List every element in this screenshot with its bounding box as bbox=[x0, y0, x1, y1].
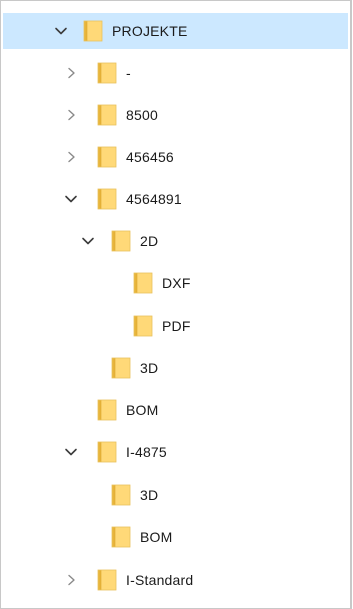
chevron-right-icon[interactable] bbox=[64, 108, 78, 122]
chevron-down-icon[interactable] bbox=[64, 445, 78, 459]
tree-item-projekte[interactable]: PROJEKTE bbox=[3, 13, 348, 49]
tree-item-i-standard[interactable]: I-Standard bbox=[1, 562, 350, 598]
chevron-down-icon[interactable] bbox=[64, 192, 78, 206]
tree-item-label: - bbox=[126, 65, 131, 81]
tree-item-label: 2D bbox=[140, 233, 159, 249]
chevron-down-icon[interactable] bbox=[81, 234, 95, 248]
tree-item-2d[interactable]: 2D bbox=[1, 223, 350, 259]
tree-item-i-4875[interactable]: I-4875 bbox=[1, 434, 350, 470]
tree-item-bom[interactable]: BOM bbox=[1, 392, 350, 428]
folder-icon bbox=[111, 357, 131, 379]
tree-item-dash[interactable]: - bbox=[1, 55, 350, 91]
folder-icon bbox=[111, 526, 131, 548]
tree-item-label: I-4875 bbox=[126, 444, 167, 460]
folder-icon bbox=[97, 146, 117, 168]
folder-icon bbox=[97, 441, 117, 463]
chevron-right-icon[interactable] bbox=[64, 150, 78, 164]
folder-icon bbox=[97, 569, 117, 591]
tree-item-456456[interactable]: 456456 bbox=[1, 139, 350, 175]
tree-item-3d[interactable]: 3D bbox=[1, 350, 350, 386]
folder-icon bbox=[97, 104, 117, 126]
tree-item-8500[interactable]: 8500 bbox=[1, 97, 350, 133]
folder-icon bbox=[97, 62, 117, 84]
chevron-down-icon[interactable] bbox=[54, 24, 68, 38]
tree-item-label: I-Standard bbox=[126, 572, 194, 588]
tree-item-pdf[interactable]: PDF bbox=[1, 308, 350, 344]
tree-item-label: 3D bbox=[140, 487, 159, 503]
folder-icon bbox=[83, 20, 103, 42]
tree-item-i-4875-bom[interactable]: BOM bbox=[1, 519, 350, 555]
folder-icon bbox=[97, 399, 117, 421]
tree-item-label: 3D bbox=[140, 360, 159, 376]
tree-item-label: 456456 bbox=[126, 149, 174, 165]
navigation-pane[interactable]: PROJEKTE - 8500 456456 4564891 2D DXF PDF 3D BOM I… bbox=[0, 0, 352, 609]
tree-item-label: 8500 bbox=[126, 107, 158, 123]
folder-icon bbox=[133, 272, 153, 294]
tree-item-dxf[interactable]: DXF bbox=[1, 265, 350, 301]
tree-item-label: BOM bbox=[140, 529, 173, 545]
folder-icon bbox=[111, 230, 131, 252]
folder-icon bbox=[111, 484, 131, 506]
tree-item-label: PROJEKTE bbox=[112, 23, 188, 39]
tree-item-4564891[interactable]: 4564891 bbox=[1, 181, 350, 217]
tree-item-label: BOM bbox=[126, 402, 159, 418]
tree-item-i-4875-3d[interactable]: 3D bbox=[1, 477, 350, 513]
chevron-right-icon[interactable] bbox=[64, 66, 78, 80]
folder-icon bbox=[133, 315, 153, 337]
folder-icon bbox=[97, 188, 117, 210]
chevron-right-icon[interactable] bbox=[64, 573, 78, 587]
tree-item-label: PDF bbox=[162, 318, 191, 334]
tree-item-label: DXF bbox=[162, 275, 191, 291]
tree-item-label: 4564891 bbox=[126, 191, 182, 207]
